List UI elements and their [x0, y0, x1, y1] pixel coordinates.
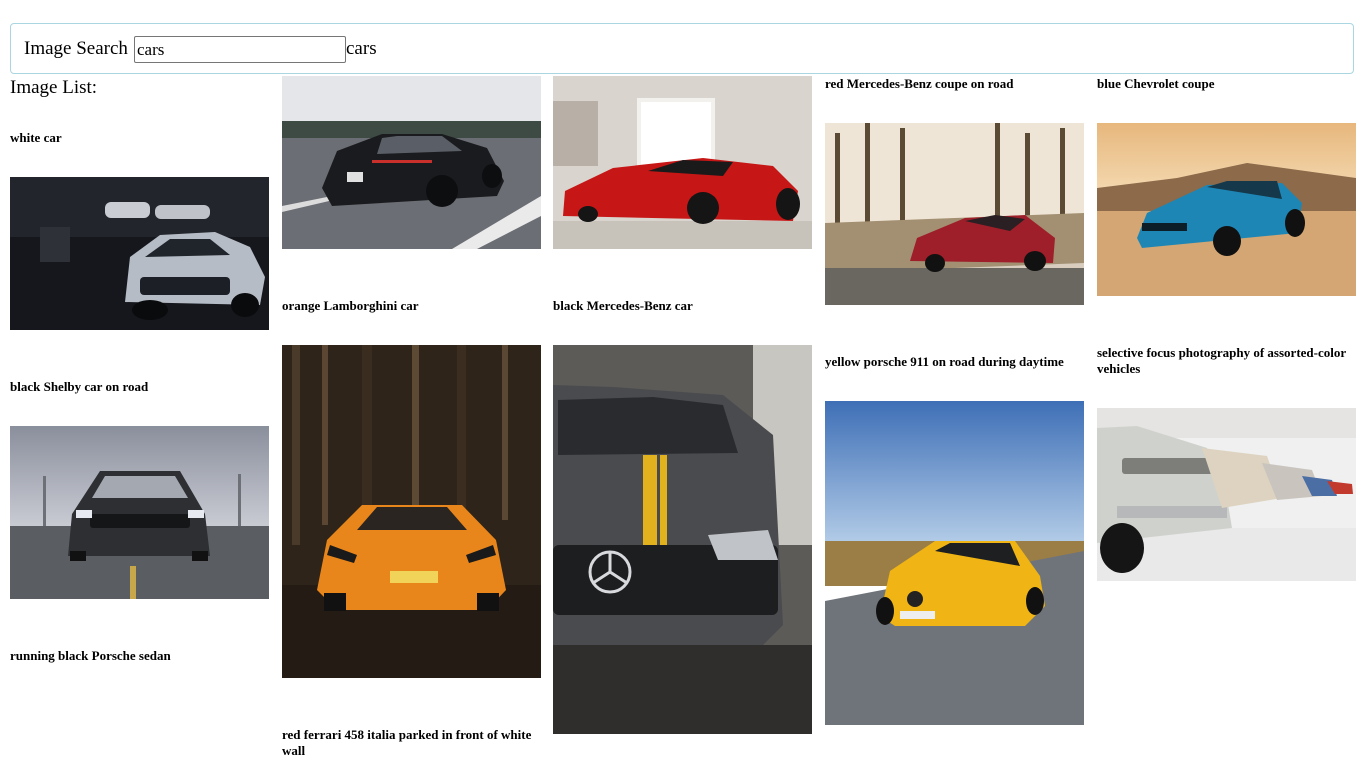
car-photo-black-mercedes[interactable] [553, 345, 812, 734]
image-caption: black Shelby car on road [10, 379, 149, 394]
image-caption: blue Chevrolet coupe [1097, 76, 1215, 91]
image-caption: black Mercedes-Benz car [553, 298, 693, 313]
search-label: Image Search [24, 38, 128, 59]
image-caption: red Mercedes-Benz coupe on road [825, 76, 1014, 91]
car-photo-black-shelby[interactable] [10, 426, 269, 599]
car-photo-red-mercedes[interactable] [825, 123, 1084, 305]
search-bar: Image Search cars [10, 23, 1354, 74]
image-caption: yellow porsche 911 on road during daytim… [825, 354, 1064, 369]
image-caption: red ferrari 458 italia parked in front o… [282, 727, 532, 758]
car-photo-assorted-vehicles[interactable] [1097, 408, 1356, 581]
car-photo-blue-chevrolet[interactable] [1097, 123, 1356, 296]
car-photo-red-ferrari[interactable] [553, 76, 812, 249]
car-photo-white-car[interactable] [10, 177, 269, 330]
image-list-title: Image List: [10, 77, 98, 98]
search-input[interactable] [134, 36, 346, 63]
search-query-echo: cars [346, 38, 377, 59]
car-photo-black-porsche[interactable] [282, 76, 541, 249]
image-caption: white car [10, 130, 62, 145]
image-caption: selective focus photography of assorted-… [1097, 345, 1346, 376]
car-photo-orange-lamborghini[interactable] [282, 345, 541, 678]
image-caption: running black Porsche sedan [10, 648, 171, 663]
image-caption: orange Lamborghini car [282, 298, 419, 313]
car-photo-yellow-porsche[interactable] [825, 401, 1084, 725]
